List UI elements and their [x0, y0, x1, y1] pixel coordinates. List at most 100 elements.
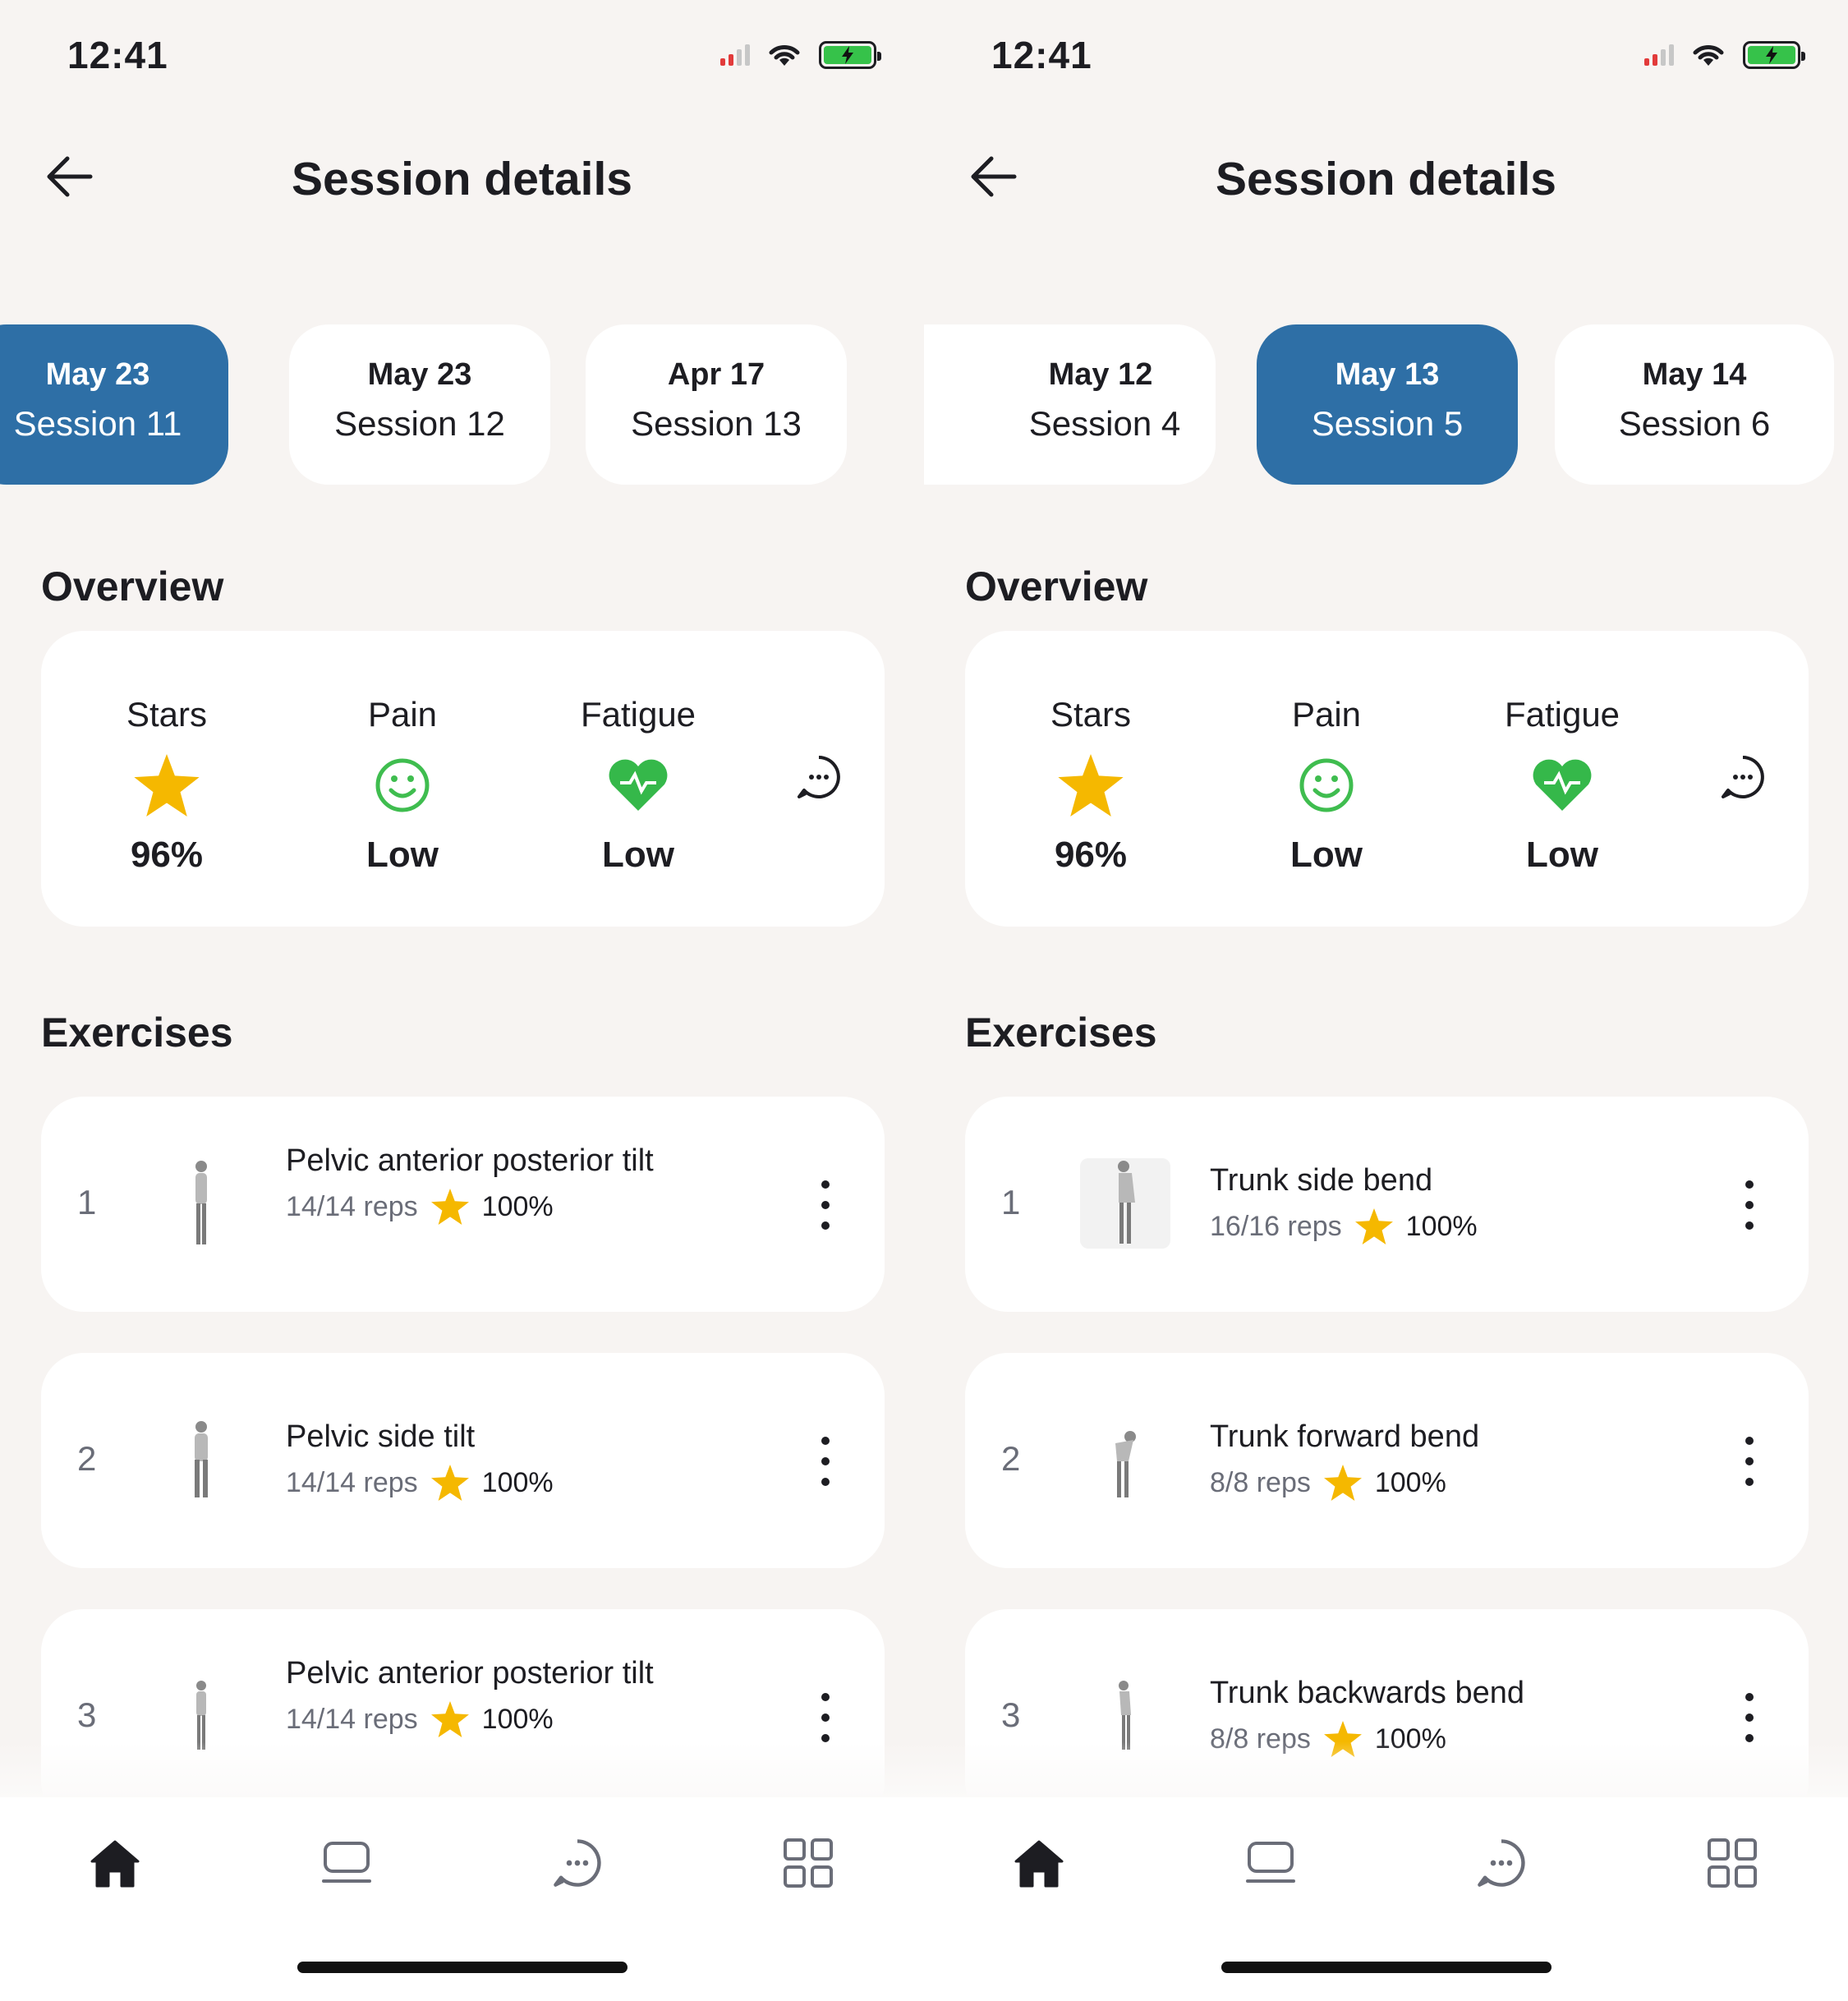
session-chip-session-12[interactable]: May 23 Session 12: [289, 324, 550, 485]
more-options-icon[interactable]: [816, 1180, 835, 1230]
chat-icon: [1478, 1839, 1525, 1887]
more-options-icon[interactable]: [1740, 1180, 1759, 1230]
star-icon: [430, 1189, 469, 1225]
nav-sessions[interactable]: [1238, 1830, 1303, 1896]
nav-chat[interactable]: [545, 1830, 610, 1896]
overview-stars: Stars 96%: [68, 695, 265, 876]
stars-value: 96%: [1054, 835, 1128, 875]
session-date: Apr 17: [667, 357, 765, 392]
nav-chat[interactable]: [1469, 1830, 1534, 1896]
overview-pain: Pain Low: [1228, 695, 1425, 876]
nav-home[interactable]: [1006, 1830, 1072, 1896]
exercise-name: Pelvic anterior posterior tilt: [286, 1143, 654, 1178]
exercise-name: Trunk backwards bend: [1210, 1676, 1525, 1710]
exercise-percent: 100%: [481, 1703, 554, 1735]
exercise-thumbnail: [1080, 1158, 1170, 1249]
session-date: May 14: [1642, 357, 1747, 392]
session-date: May 13: [1335, 357, 1440, 392]
status-icons: [720, 41, 881, 69]
status-icons: [1644, 41, 1805, 69]
scroll-fade: [0, 1741, 924, 1799]
exercise-reps: 14/14 reps: [286, 1466, 418, 1498]
session-name: Session 13: [631, 404, 802, 443]
exercise-number: 3: [77, 1695, 97, 1734]
more-options-icon[interactable]: [1740, 1693, 1759, 1742]
exercise-number: 2: [1001, 1439, 1021, 1478]
smiley-icon: [375, 758, 430, 812]
session-name: Session 4: [1028, 404, 1181, 443]
star-icon: [1323, 1465, 1362, 1501]
home-icon: [1014, 1840, 1064, 1888]
battery-icon: [819, 41, 881, 69]
exercise-card[interactable]: 1 Trunk side bend 16/16 reps 100%: [965, 1097, 1809, 1312]
exercise-number: 1: [77, 1183, 97, 1221]
nav-sessions[interactable]: [314, 1830, 379, 1896]
fatigue-label: Fatigue: [580, 695, 696, 734]
exercises-heading: Exercises: [965, 1010, 1157, 1056]
heart-icon: [609, 759, 668, 811]
battery-icon: [1743, 41, 1805, 69]
exercise-card[interactable]: 2 Trunk forward bend 8/8 reps 100%: [965, 1353, 1809, 1568]
more-options-icon[interactable]: [816, 1693, 835, 1742]
cellular-signal-icon: [720, 44, 750, 66]
session-details-screen-right: 12:41 Session details May 12 Session 4 M…: [924, 0, 1848, 2001]
exercise-number: 2: [77, 1439, 97, 1478]
exercise-card[interactable]: 1 Pelvic anterior posterior tilt 14/14 r…: [41, 1097, 885, 1312]
home-indicator: [1221, 1962, 1551, 1973]
smiley-icon: [1299, 758, 1354, 812]
pain-label: Pain: [1291, 695, 1362, 734]
pain-value: Low: [366, 835, 439, 875]
status-time: 12:41: [991, 34, 1092, 76]
session-date: May 12: [1048, 357, 1153, 392]
exercise-card[interactable]: 2 Pelvic side tilt 14/14 reps 100%: [41, 1353, 885, 1568]
chat-icon[interactable]: [1720, 754, 1766, 800]
nav-home[interactable]: [82, 1830, 148, 1896]
nav-more[interactable]: [1699, 1830, 1765, 1896]
status-time: 12:41: [67, 34, 168, 76]
session-selector: May 12 Session 4 May 13 Session 5 May 14…: [924, 324, 1848, 485]
stars-value: 96%: [130, 835, 204, 875]
chat-icon[interactable]: [796, 754, 842, 800]
session-details-screen-left: 12:41 Session details May 23 Session 11 …: [0, 0, 924, 2001]
exercise-name: Trunk forward bend: [1210, 1419, 1480, 1454]
heart-icon: [1533, 759, 1592, 811]
exercise-reps: 8/8 reps: [1210, 1466, 1311, 1498]
exercise-name: Pelvic side tilt: [286, 1419, 476, 1454]
session-chip-session-6[interactable]: May 14 Session 6: [1555, 324, 1834, 485]
session-chip-session-4[interactable]: May 12 Session 4: [924, 324, 1216, 485]
star-icon: [430, 1701, 469, 1737]
wifi-icon: [1693, 45, 1724, 66]
session-chip-session-11[interactable]: May 23 Session 11: [0, 324, 228, 485]
exercise-reps: 16/16 reps: [1210, 1210, 1342, 1242]
star-icon: [430, 1465, 469, 1501]
more-options-icon[interactable]: [1740, 1437, 1759, 1486]
pain-label: Pain: [367, 695, 438, 734]
nav-more[interactable]: [775, 1830, 841, 1896]
session-name: Session 12: [334, 404, 505, 443]
exercise-percent: 100%: [1374, 1466, 1446, 1498]
star-icon: [1058, 754, 1124, 816]
exercise-thumbnail: [1080, 1414, 1170, 1505]
overview-fatigue: Fatigue Low: [1464, 695, 1661, 876]
session-name: Session 5: [1311, 404, 1464, 443]
tablet-icon: [322, 1842, 371, 1883]
session-date: May 23: [45, 357, 150, 392]
session-chip-session-13[interactable]: Apr 17 Session 13: [586, 324, 847, 485]
fatigue-value: Low: [1526, 835, 1598, 875]
exercise-thumbnail: [156, 1414, 246, 1505]
exercise-number: 1: [1001, 1183, 1021, 1221]
star-icon: [134, 754, 200, 816]
session-date: May 23: [367, 357, 472, 392]
exercise-reps: 14/14 reps: [286, 1190, 418, 1222]
session-chip-session-5[interactable]: May 13 Session 5: [1257, 324, 1518, 485]
exercise-reps: 14/14 reps: [286, 1703, 418, 1735]
page-title: Session details: [1215, 153, 1556, 205]
exercise-number: 3: [1001, 1695, 1021, 1734]
exercise-thumbnail: [156, 1158, 246, 1249]
more-options-icon[interactable]: [816, 1437, 835, 1486]
overview-card: Stars 96% Pain Low Fatigue Low: [41, 631, 885, 927]
overview-stars: Stars 96%: [992, 695, 1189, 876]
exercise-name: Trunk side bend: [1210, 1163, 1433, 1198]
star-icon: [1354, 1208, 1393, 1244]
scroll-fade: [924, 1741, 1848, 1799]
